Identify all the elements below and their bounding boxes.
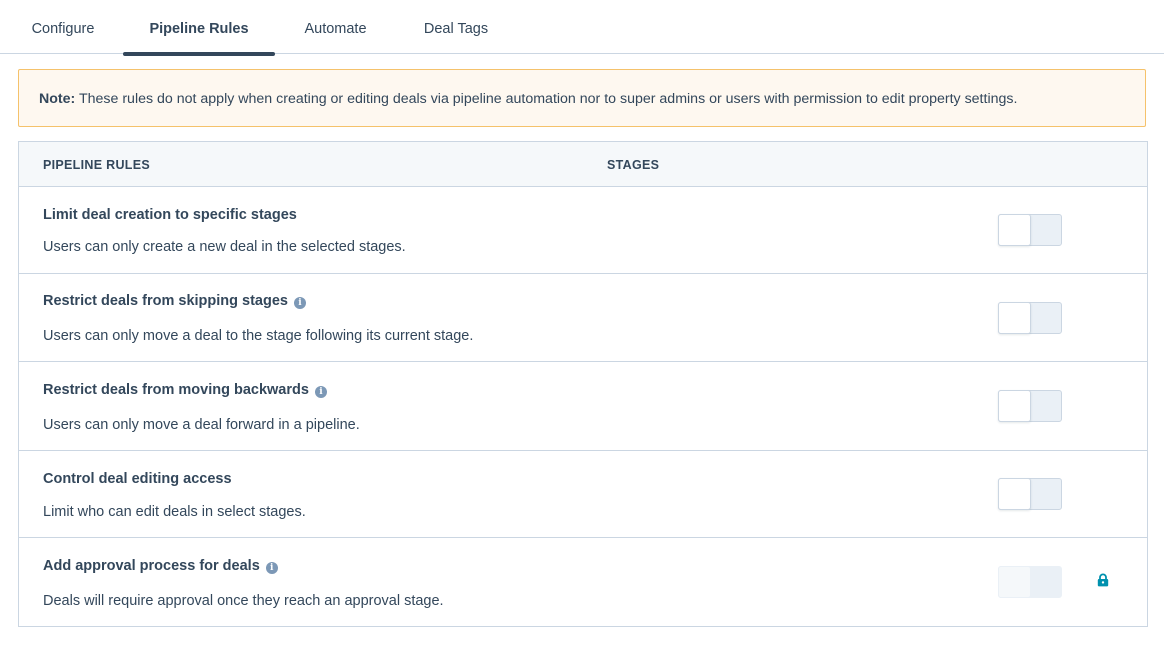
rule-title: Restrict deals from moving backwards i xyxy=(43,382,327,398)
header-pipeline-rules: PIPELINE RULES xyxy=(43,158,150,172)
note-label: Note: xyxy=(39,91,76,107)
header-stages: STAGES xyxy=(607,158,660,172)
rule-row-moving-backwards: Restrict deals from moving backwards i Us… xyxy=(19,362,1147,451)
info-icon[interactable]: i xyxy=(314,386,327,398)
rule-toggle-limit-creation[interactable] xyxy=(998,214,1062,246)
rule-title-text: Limit deal creation to specific stages xyxy=(43,207,297,223)
rule-toggle-moving-backwards[interactable] xyxy=(998,390,1062,422)
table-header: PIPELINE RULES STAGES xyxy=(19,142,1147,187)
toggle-knob xyxy=(998,390,1031,422)
lock-icon[interactable] xyxy=(1096,573,1110,587)
rule-row-limit-creation: Limit deal creation to specific stages U… xyxy=(19,186,1147,274)
rule-title-text: Add approval process for deals xyxy=(43,558,260,574)
rule-row-approval-process: Add approval process for deals i Deals wi… xyxy=(19,538,1147,626)
rule-row-skipping-stages: Restrict deals from skipping stages i Use… xyxy=(19,273,1147,362)
rule-description: Users can only move a deal to the stage … xyxy=(43,328,474,344)
tab-configure[interactable]: Configure xyxy=(18,0,108,53)
rule-title: Restrict deals from skipping stages i xyxy=(43,293,306,309)
note-text: These rules do not apply when creating o… xyxy=(78,91,1018,107)
info-icon[interactable]: i xyxy=(265,562,278,574)
rule-row-editing-access: Control deal editing access Limit who ca… xyxy=(19,450,1147,538)
tab-deal-tags[interactable]: Deal Tags xyxy=(410,0,502,53)
rule-title: Control deal editing access xyxy=(43,471,232,487)
rule-title: Add approval process for deals i xyxy=(43,558,278,574)
pipeline-rules-table: PIPELINE RULES STAGES Limit deal creatio… xyxy=(18,141,1148,627)
note-banner: Note: These rules do not apply when crea… xyxy=(18,69,1146,127)
tab-automate[interactable]: Automate xyxy=(291,0,380,53)
toggle-knob xyxy=(998,302,1031,334)
tab-bar: Configure Pipeline Rules Automate Deal T… xyxy=(0,0,1164,56)
rule-toggle-approval-process xyxy=(998,566,1062,598)
rule-description: Limit who can edit deals in select stage… xyxy=(43,504,306,520)
rule-description: Users can only move a deal forward in a … xyxy=(43,417,360,433)
rule-description: Deals will require approval once they re… xyxy=(43,593,444,609)
toggle-knob xyxy=(998,566,1031,598)
rule-title-text: Restrict deals from skipping stages xyxy=(43,293,288,309)
toggle-knob xyxy=(998,214,1031,246)
info-icon[interactable]: i xyxy=(293,297,306,309)
rule-description: Users can only create a new deal in the … xyxy=(43,239,406,255)
rule-toggle-editing-access[interactable] xyxy=(998,478,1062,510)
tab-pipeline-rules[interactable]: Pipeline Rules xyxy=(123,0,275,56)
rule-title: Limit deal creation to specific stages xyxy=(43,207,297,223)
rule-title-text: Control deal editing access xyxy=(43,471,232,487)
rule-toggle-skipping-stages[interactable] xyxy=(998,302,1062,334)
toggle-knob xyxy=(998,478,1031,510)
rule-title-text: Restrict deals from moving backwards xyxy=(43,382,309,398)
